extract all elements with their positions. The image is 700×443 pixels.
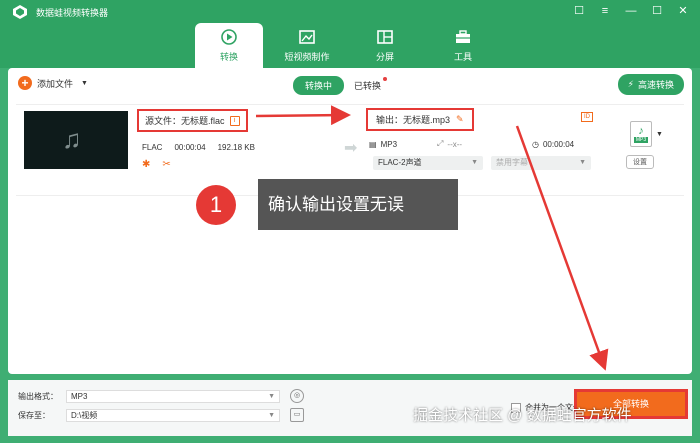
tab-label: 分屏 <box>375 52 394 62</box>
chevron-down-icon: ▼ <box>579 159 586 166</box>
converted-label: 已转换 <box>354 81 382 91</box>
output-format-select-value: MP3 <box>71 391 88 401</box>
fast-convert-label: 高速转换 <box>637 80 674 90</box>
plus-icon: + <box>18 76 32 90</box>
scissors-icon[interactable]: ✂ <box>162 159 170 170</box>
chevron-down-icon[interactable]: ▼ <box>656 131 663 138</box>
status-switch: 转换中 已转换 <box>293 76 388 95</box>
settings-button[interactable]: 设置 <box>626 155 654 169</box>
source-tools: ✱ ✂ <box>142 159 171 170</box>
tab-tools[interactable]: 工具 <box>429 23 497 68</box>
main-tabs: 转换 短视频制作 分屏 工具 <box>195 23 497 68</box>
split-screen-icon <box>377 30 393 44</box>
toolbar: + 添加文件 ▼ 转换中 已转换 ⚡ 高速转换 <box>8 74 692 98</box>
output-resolution-value: --x-- <box>447 139 463 149</box>
output-format-value: MP3 <box>380 139 398 149</box>
info-icon[interactable]: i <box>229 115 240 126</box>
source-file-name: 源文件：无标题.flac <box>145 116 225 126</box>
save-path-row: 保存至： D:\视频 ▼ ▭ <box>18 408 304 422</box>
add-file-label: 添加文件 <box>37 78 74 89</box>
music-note-icon: ♪ <box>638 125 644 137</box>
source-duration: 00:00:04 <box>174 143 206 152</box>
lightning-icon: ⚡ <box>627 79 634 89</box>
format-icon: ▤ <box>369 139 377 149</box>
output-format-row: 输出格式： MP3 ▼ ◎ <box>18 389 304 403</box>
folder-icon[interactable]: ▭ <box>290 408 304 422</box>
notification-dot <box>383 77 388 81</box>
save-path-select[interactable]: D:\视频 ▼ <box>66 408 280 422</box>
output-info-icon[interactable]: ID <box>581 112 593 122</box>
feedback-icon[interactable]: ☐ <box>572 4 586 18</box>
converted-tab[interactable]: 已转换 <box>354 77 388 92</box>
converting-tab[interactable]: 转换中 <box>293 76 345 95</box>
subtitle-value: 禁用字幕 <box>496 158 528 167</box>
audio-channel-value: FLAC-2声道 <box>378 158 422 167</box>
toolbox-icon <box>456 30 470 43</box>
add-file-button[interactable]: + 添加文件 ▼ <box>18 76 88 90</box>
edit-icon[interactable]: ✎ <box>456 114 464 125</box>
tab-short-video[interactable]: 短视频制作 <box>273 23 341 68</box>
source-file-label: 源文件：无标题.flac i <box>137 109 248 132</box>
output-format: ▤ MP3 <box>369 140 437 149</box>
enhance-icon[interactable]: ✱ <box>142 159 150 170</box>
chevron-down-icon: ▼ <box>268 392 275 400</box>
step-badge: 1 <box>196 185 236 225</box>
output-file-name: 输出：无标题.mp3 <box>376 115 451 125</box>
file-thumbnail[interactable]: ♫ <box>24 111 128 169</box>
chevron-down-icon: ▼ <box>471 159 478 166</box>
window-controls: ☐ ≡ — ☐ ✕ <box>572 4 690 18</box>
source-size: 192.18 KB <box>217 143 255 152</box>
app-title: 数据蛙视频转换器 <box>36 8 109 18</box>
convert-arrow-icon: ➡ <box>344 140 358 157</box>
source-format: FLAC <box>142 143 163 152</box>
format-badge: MP3 <box>633 137 649 143</box>
menu-icon[interactable]: ≡ <box>598 4 612 18</box>
minimize-icon[interactable]: — <box>624 4 638 18</box>
format-settings-icon[interactable]: ◎ <box>290 389 304 403</box>
convert-icon <box>221 29 237 45</box>
tab-label: 工具 <box>453 52 472 62</box>
subtitle-select[interactable]: 禁用字幕 ▼ <box>491 156 591 170</box>
output-format-label: 输出格式： <box>18 391 58 401</box>
tab-label: 转换 <box>219 52 238 62</box>
save-path-label: 保存至： <box>18 410 50 420</box>
title-bar: 数据蛙视频转换器 ☐ ≡ — ☐ ✕ 转换 短视频制作 分屏 工具 <box>0 0 700 68</box>
audio-channel-select[interactable]: FLAC-2声道 ▼ <box>373 156 483 170</box>
clock-icon: ◷ <box>532 139 539 149</box>
maximize-icon[interactable]: ☐ <box>650 4 664 18</box>
chevron-down-icon: ▼ <box>268 411 275 419</box>
tab-convert[interactable]: 转换 <box>195 23 263 68</box>
source-meta: FLAC 00:00:04 192.18 KB <box>142 143 255 152</box>
output-format-select[interactable]: MP3 ▼ <box>66 389 280 403</box>
output-duration-value: 00:00:04 <box>542 139 575 149</box>
app-logo-icon <box>13 5 27 19</box>
watermark: 掘金技术社区 @ 数据蛙官方软件 <box>413 407 632 424</box>
output-resolution: ⤢ --x-- <box>437 139 532 149</box>
chevron-down-icon[interactable]: ▼ <box>81 80 88 87</box>
music-note-icon: ♫ <box>62 124 82 154</box>
output-selects: FLAC-2声道 ▼ 禁用字幕 ▼ <box>373 156 591 170</box>
resize-icon: ⤢ <box>437 139 444 148</box>
output-duration: ◷ 00:00:04 <box>532 140 574 149</box>
tab-split-screen[interactable]: 分屏 <box>351 23 419 68</box>
tab-label: 短视频制作 <box>284 52 330 62</box>
fast-convert-button[interactable]: ⚡ 高速转换 <box>617 74 684 95</box>
output-meta: ▤ MP3 ⤢ --x-- ◷ 00:00:04 <box>369 139 574 149</box>
save-path-value: D:\视频 <box>71 410 98 420</box>
callout-text: 确认输出设置无误 <box>258 179 458 230</box>
output-format-icon[interactable]: ♪ MP3 <box>630 121 652 147</box>
close-icon[interactable]: ✕ <box>676 4 690 18</box>
output-file-label: 输出：无标题.mp3 ✎ <box>366 108 474 131</box>
video-edit-icon <box>299 30 315 44</box>
